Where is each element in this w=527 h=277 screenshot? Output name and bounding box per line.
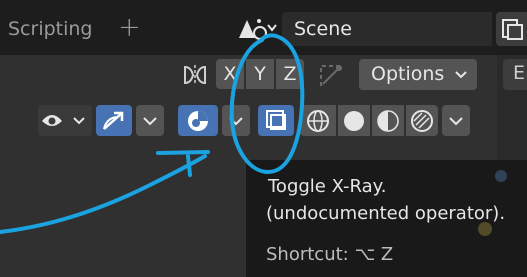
annotation-arrow-head [156,150,210,177]
annotation-arrow-line [0,154,207,234]
highlight-circle [229,33,305,175]
annotation-overlay [0,33,305,234]
